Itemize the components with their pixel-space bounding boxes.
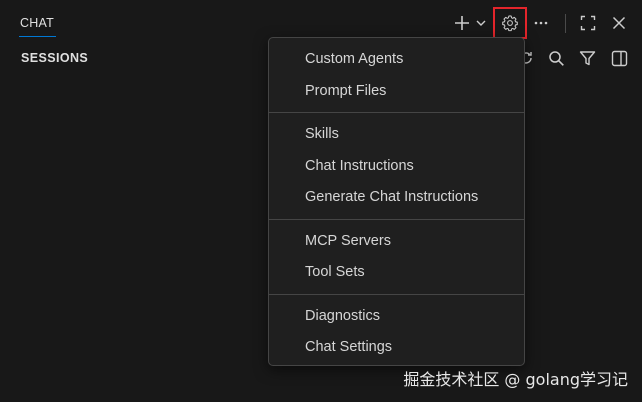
gear-highlight-box [493, 7, 527, 39]
menu-separator [269, 112, 524, 113]
tab-chat[interactable]: CHAT [20, 16, 54, 30]
menu-separator [269, 293, 524, 295]
search-icon[interactable] [546, 48, 566, 68]
menu-item-generate-chat-instructions[interactable]: Generate Chat Instructions [269, 182, 524, 214]
menu-item-prompt-files[interactable]: Prompt Files [269, 76, 524, 108]
more-icon[interactable] [532, 13, 550, 33]
active-tab-indicator [19, 36, 56, 37]
chat-panel: CHAT SESSIONS Custom Agents Prompt Files… [0, 0, 642, 402]
chat-config-menu: Custom Agents Prompt Files Skills Chat Inst… [268, 37, 525, 366]
menu-item-custom-agents[interactable]: Custom Agents [269, 44, 524, 76]
menu-item-diagnostics[interactable]: Diagnostics [269, 301, 524, 333]
menu-item-chat-settings[interactable]: Chat Settings [269, 332, 524, 364]
close-icon[interactable] [609, 13, 629, 33]
menu-item-mcp-servers[interactable]: MCP Servers [269, 226, 524, 258]
menu-item-skills[interactable]: Skills [269, 119, 524, 151]
chevron-down-icon[interactable] [474, 15, 488, 31]
maximize-icon[interactable] [578, 13, 598, 33]
menu-item-tool-sets[interactable]: Tool Sets [269, 257, 524, 289]
sessions-title: SESSIONS [21, 51, 89, 65]
filter-icon[interactable] [577, 48, 597, 68]
plus-icon[interactable] [452, 13, 472, 33]
watermark: 掘金技术社区 @ golang学习记 [403, 370, 628, 389]
menu-item-chat-instructions[interactable]: Chat Instructions [269, 151, 524, 183]
toolbar-separator [565, 14, 566, 33]
menu-separator [269, 218, 524, 220]
split-layout-icon[interactable] [609, 48, 629, 68]
